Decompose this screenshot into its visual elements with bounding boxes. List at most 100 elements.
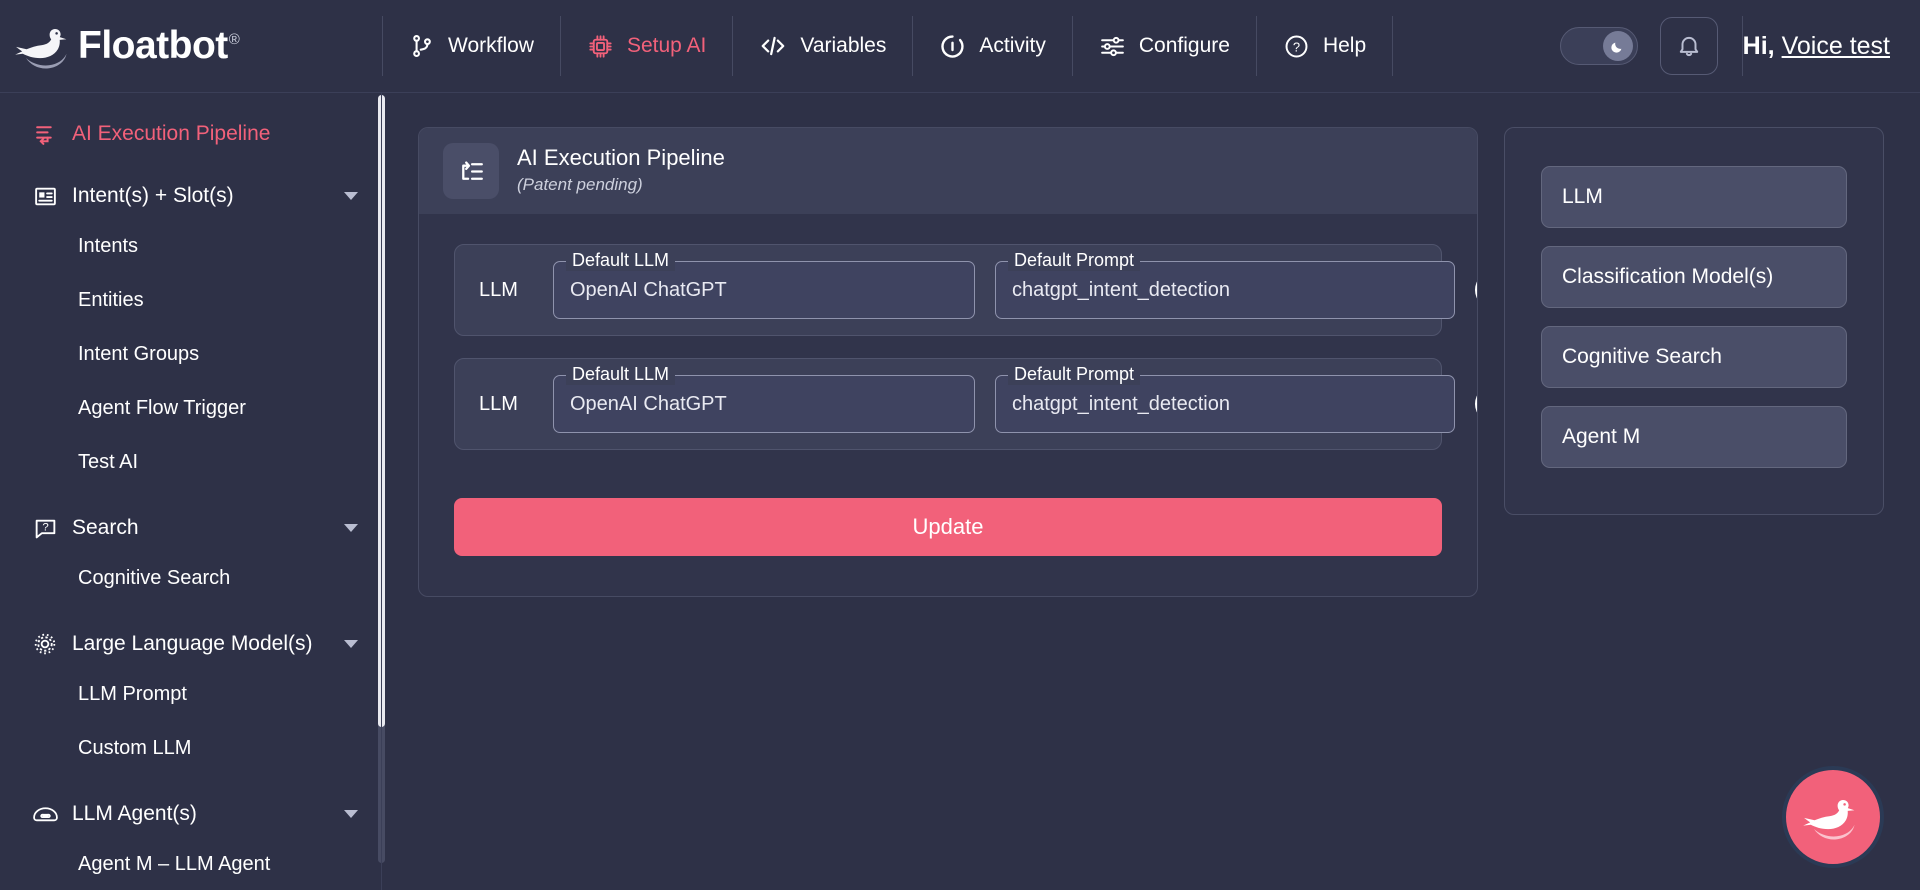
nav-divider	[1392, 16, 1394, 76]
info-icon[interactable]: i	[1475, 385, 1477, 423]
sidebar-item-llm-prompt[interactable]: LLM Prompt	[0, 667, 382, 721]
code-brackets-icon	[759, 33, 787, 59]
question-bubble-icon: ?	[30, 513, 60, 543]
chevron-down-icon[interactable]	[344, 640, 358, 648]
theme-toggle[interactable]	[1559, 27, 1638, 65]
sidebar-item-intents-slots[interactable]: Intent(s) + Slot(s)	[0, 173, 382, 219]
swan-logo-icon	[14, 20, 76, 72]
pipeline-card-body: LLM Default LLM OpenAI ChatGPT Default P…	[419, 214, 1477, 596]
sidebar-group-label: Search	[72, 516, 139, 539]
tab-help[interactable]: ? Help	[1257, 0, 1392, 93]
bell-icon	[1676, 33, 1702, 59]
chip-ai-icon	[587, 33, 614, 60]
page-title: AI Execution Pipeline	[517, 145, 725, 171]
tab-label: Activity	[979, 34, 1046, 57]
default-prompt-label: Default Prompt	[1008, 364, 1141, 385]
svg-text:?: ?	[1293, 39, 1300, 54]
tab-setup-ai[interactable]: Setup AI	[561, 0, 732, 93]
sidebar-item-cognitive-search[interactable]: Cognitive Search	[0, 551, 382, 605]
sliders-icon	[1099, 33, 1126, 60]
brand-name: Floatbot®	[78, 24, 240, 68]
sidebar-group-label: Large Language Model(s)	[72, 632, 313, 655]
sidebar-divider	[381, 93, 382, 890]
sidebar-item-llm-agents[interactable]: LLM Agent(s)	[0, 791, 382, 837]
user-greeting: Hi, Voice test	[1743, 32, 1920, 61]
sidebar-item-intents[interactable]: Intents	[0, 219, 382, 273]
sidebar: Floatbot® AI Execution Pipeline Intent(s…	[0, 0, 385, 890]
app-root: Floatbot® AI Execution Pipeline Intent(s…	[0, 0, 1920, 890]
chevron-down-icon[interactable]	[344, 810, 358, 818]
default-prompt-label: Default Prompt	[1008, 250, 1141, 271]
chevron-down-icon[interactable]	[344, 524, 358, 532]
pipeline-card-header: AI Execution Pipeline (Patent pending)	[419, 128, 1477, 214]
component-chip-cognitive-search[interactable]: Cognitive Search	[1541, 326, 1847, 388]
sidebar-item-intent-groups[interactable]: Intent Groups	[0, 327, 382, 381]
top-navigation: Workflow Setup AI Variables Activity Con…	[382, 0, 1920, 93]
default-llm-label: Default LLM	[566, 364, 676, 385]
default-prompt-select[interactable]: Default Prompt chatgpt_intent_detection	[995, 364, 1455, 433]
main-content: AI Execution Pipeline (Patent pending) L…	[382, 93, 1920, 890]
question-circle-icon: ?	[1283, 33, 1310, 60]
pipeline-icon	[30, 119, 60, 149]
default-llm-select[interactable]: Default LLM OpenAI ChatGPT	[553, 364, 975, 433]
component-panel: LLM Classification Model(s) Cognitive Se…	[1504, 127, 1884, 515]
row-type-label: LLM	[479, 278, 518, 301]
sidebar-item-large-language-models[interactable]: Large Language Model(s)	[0, 621, 382, 667]
sidebar-item-agent-m-llm-agent[interactable]: Agent M – LLM Agent	[0, 837, 382, 890]
tab-label: Setup AI	[626, 34, 707, 57]
component-chip-llm[interactable]: LLM	[1541, 166, 1847, 228]
info-icon[interactable]: i	[1475, 271, 1477, 309]
card-list-icon	[30, 181, 60, 211]
greeting-prefix: Hi,	[1742, 31, 1775, 60]
sidebar-item-search[interactable]: ? Search	[0, 505, 382, 551]
sidebar-group-label: Intent(s) + Slot(s)	[72, 184, 234, 207]
tab-activity[interactable]: Activity	[913, 0, 1072, 93]
sidebar-item-test-ai[interactable]: Test AI	[0, 435, 382, 489]
default-llm-select[interactable]: Default LLM OpenAI ChatGPT	[553, 250, 975, 319]
component-chip-classification-models[interactable]: Classification Model(s)	[1541, 246, 1847, 308]
patent-pending-note: (Patent pending)	[517, 175, 643, 195]
default-prompt-value: chatgpt_intent_detection	[1012, 278, 1230, 301]
tab-workflow[interactable]: Workflow	[383, 0, 560, 93]
notifications-button[interactable]	[1659, 17, 1718, 75]
moon-icon	[1602, 31, 1633, 61]
pipeline-icon	[443, 143, 499, 199]
default-llm-value: OpenAI ChatGPT	[570, 392, 727, 415]
row-type-label: LLM	[479, 392, 518, 415]
gear-icon	[30, 629, 60, 659]
sidebar-nav: AI Execution Pipeline Intent(s) + Slot(s…	[0, 93, 382, 890]
tab-variables[interactable]: Variables	[733, 0, 912, 93]
registered-mark: ®	[228, 31, 240, 48]
svg-text:?: ?	[42, 521, 48, 533]
tab-configure[interactable]: Configure	[1073, 0, 1256, 93]
default-prompt-value: chatgpt_intent_detection	[1012, 392, 1230, 415]
sidebar-item-entities[interactable]: Entities	[0, 273, 382, 327]
sidebar-item-agent-flow-trigger[interactable]: Agent Flow Trigger	[0, 381, 382, 435]
default-llm-value: OpenAI ChatGPT	[570, 278, 727, 301]
tab-label: Configure	[1138, 34, 1230, 57]
default-llm-label: Default LLM	[566, 250, 676, 271]
user-name-link[interactable]: Voice test	[1782, 32, 1890, 61]
pipeline-card-titles: AI Execution Pipeline (Patent pending)	[517, 144, 725, 198]
swan-logo-icon	[1802, 791, 1864, 843]
brand-logo[interactable]: Floatbot®	[0, 0, 382, 93]
update-button[interactable]: Update	[454, 498, 1442, 556]
sidebar-item-ai-execution-pipeline[interactable]: AI Execution Pipeline	[0, 111, 382, 157]
pipeline-row: LLM Default LLM OpenAI ChatGPT Default P…	[454, 244, 1477, 336]
default-prompt-select[interactable]: Default Prompt chatgpt_intent_detection	[995, 250, 1455, 319]
chat-launcher-button[interactable]	[1782, 766, 1884, 868]
component-chip-agent-m[interactable]: Agent M	[1541, 406, 1847, 468]
sidebar-group-label: AI Execution Pipeline	[72, 122, 271, 145]
sidebar-group-label: LLM Agent(s)	[72, 802, 197, 825]
activity-circle-icon	[939, 33, 966, 60]
main-column: Workflow Setup AI Variables Activity Con…	[382, 0, 1920, 890]
brand-name-text: Floatbot	[78, 24, 228, 67]
sidebar-item-custom-llm[interactable]: Custom LLM	[0, 721, 382, 775]
tab-label: Workflow	[448, 34, 534, 57]
tab-label: Variables	[800, 34, 887, 57]
chevron-down-icon[interactable]	[344, 192, 358, 200]
